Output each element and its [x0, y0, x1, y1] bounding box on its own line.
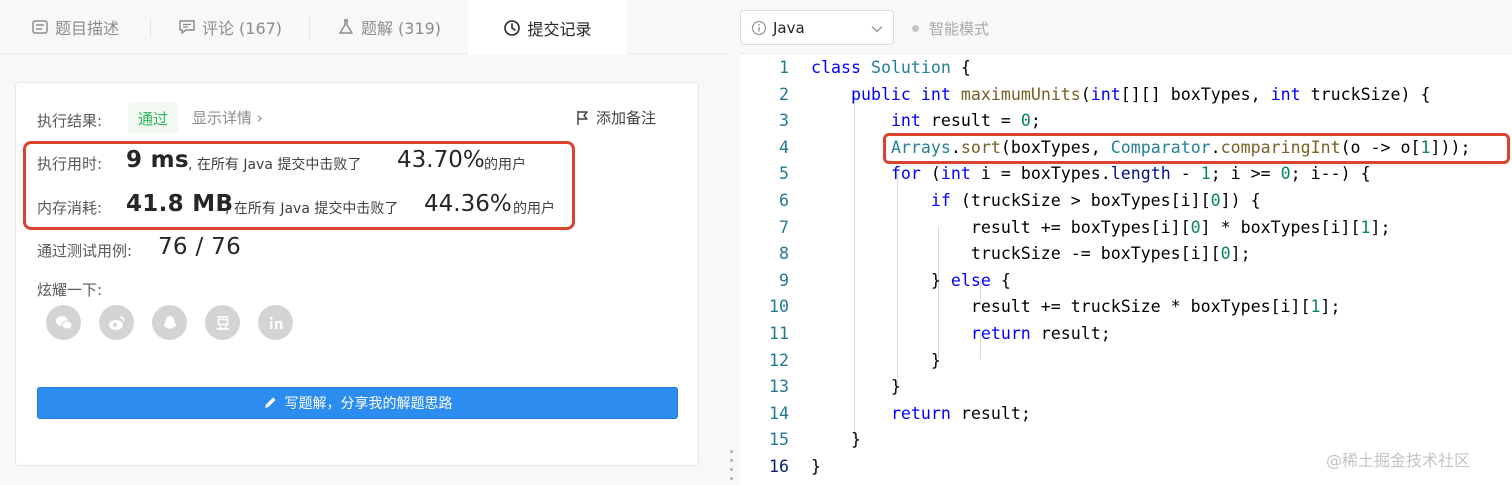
- share-label: 炫耀一下:: [37, 281, 103, 299]
- write-solution-button[interactable]: 写题解，分享我的解题思路: [37, 387, 678, 419]
- weibo-icon[interactable]: [99, 305, 134, 340]
- line-number: 8: [779, 244, 789, 264]
- code-editor[interactable]: 1 2 3 4 5 6 7 8 9 10 11 12 13 14 15 16 class Solution {…: [740, 54, 1512, 485]
- code-line: truckSize -= boxTypes[i][0];: [811, 244, 1251, 264]
- line-number: 1: [779, 58, 789, 77]
- code-line: }: [811, 350, 941, 370]
- code-line: result += boxTypes[i][0] * boxTypes[i][1…: [811, 217, 1391, 237]
- tab-label: 题目描述: [54, 19, 119, 38]
- code-line: public int maximumUnits(int[][] boxTypes…: [850, 84, 1431, 104]
- info-icon: [751, 20, 767, 35]
- code-line: int result = 0;: [890, 111, 1041, 131]
- tab-submissions[interactable]: 提交记录: [468, 0, 627, 55]
- line-number-gutter: 1 2 3 4 5 6 7 8 9 10 11 12 13 14 15 16: [740, 54, 800, 485]
- add-note-button[interactable]: 添加备注: [576, 107, 656, 128]
- code-lines: class Solution { public int maximumUnits…: [811, 54, 1511, 485]
- write-solution-label: 写题解，分享我的解题思路: [284, 396, 453, 412]
- status-badge: 通过: [128, 102, 178, 134]
- tab-solutions[interactable]: 题解 (319): [310, 0, 468, 54]
- sort-line-highlight-annotation: [883, 133, 1510, 164]
- pencil-icon: [264, 397, 275, 408]
- qq-icon[interactable]: [152, 305, 187, 340]
- line-number: 3: [779, 111, 789, 131]
- code-line: }: [811, 457, 821, 476]
- tab-label: 题解 (319): [360, 19, 442, 38]
- line-number: 12: [769, 350, 789, 370]
- line-number: 2: [779, 84, 789, 104]
- pane-resize-handle[interactable]: [730, 450, 736, 480]
- code-line: } else {: [811, 270, 1011, 290]
- flag-icon: [577, 110, 588, 125]
- code-line: }: [811, 430, 861, 450]
- wechat-icon[interactable]: [46, 305, 81, 340]
- language-select[interactable]: Java: [740, 10, 894, 45]
- code-line: return result;: [970, 324, 1111, 343]
- chevron-down-icon: [871, 19, 883, 37]
- line-number: 4: [779, 137, 789, 157]
- code-editor-pane: Java 智能模式 1 2 3 4 5 6 7 8 9 10 11 12 13 14 15 16 class …: [740, 0, 1512, 485]
- tab-description[interactable]: 题目描述: [0, 0, 150, 54]
- share-buttons: [46, 305, 293, 340]
- line-number: 16: [769, 457, 789, 476]
- line-number: 13: [769, 377, 789, 397]
- code-line: }: [811, 377, 901, 397]
- left-pane: 题目描述 评论 (167) 题解 (319) 提交记录 执行结果: 通过 显示详…: [0, 0, 727, 485]
- line-number: 7: [779, 217, 789, 237]
- tab-comments[interactable]: 评论 (167): [151, 0, 309, 54]
- code-line: class Solution {: [811, 58, 971, 77]
- watermark: @稀土掘金技术社区: [1326, 451, 1471, 470]
- flask-icon: [339, 19, 353, 34]
- douban-icon[interactable]: [205, 305, 240, 340]
- clock-icon: [504, 19, 521, 36]
- tests-label: 通过测试用例:: [37, 242, 133, 260]
- smart-mode-label: 智能模式: [929, 20, 990, 38]
- line-number: 10: [769, 297, 789, 317]
- stats-highlight-annotation: [23, 141, 575, 230]
- line-number: 6: [779, 191, 789, 210]
- app-root: 题目描述 评论 (167) 题解 (319) 提交记录 执行结果: 通过 显示详…: [0, 0, 1512, 485]
- line-number: 11: [769, 324, 789, 343]
- line-number: 14: [769, 403, 789, 423]
- line-number: 5: [779, 164, 789, 184]
- status-dot-icon: [912, 25, 919, 32]
- tab-label: 评论 (167): [201, 19, 283, 38]
- language-value: Java: [773, 18, 805, 37]
- code-line: return result;: [890, 403, 1031, 423]
- description-icon: [32, 20, 48, 34]
- editor-toolbar: Java 智能模式: [740, 0, 1512, 54]
- tests-value: 76 / 76: [158, 234, 242, 260]
- line-number: 15: [769, 430, 789, 450]
- code-line: for (int i = boxTypes.length - 1; i >= 0…: [890, 164, 1371, 184]
- smart-mode-toggle[interactable]: 智能模式: [912, 18, 989, 39]
- code-line: if (truckSize > boxTypes[i][0]) {: [930, 191, 1261, 210]
- tab-label: 提交记录: [527, 19, 592, 39]
- line-number: 9: [779, 270, 789, 290]
- result-label: 执行结果:: [37, 112, 103, 130]
- comment-icon: [179, 20, 195, 34]
- add-note-label: 添加备注: [596, 109, 657, 127]
- linkedin-icon[interactable]: [258, 305, 293, 340]
- code-line: result += truckSize * boxTypes[i][1];: [811, 297, 1341, 317]
- problem-tabbar: 题目描述 评论 (167) 题解 (319) 提交记录: [0, 0, 727, 55]
- submission-result-card: 执行结果: 通过 显示详情 › 添加备注 执行用时: 9 ms , 在所有 Ja…: [15, 82, 699, 466]
- show-details-link[interactable]: 显示详情 ›: [192, 107, 263, 128]
